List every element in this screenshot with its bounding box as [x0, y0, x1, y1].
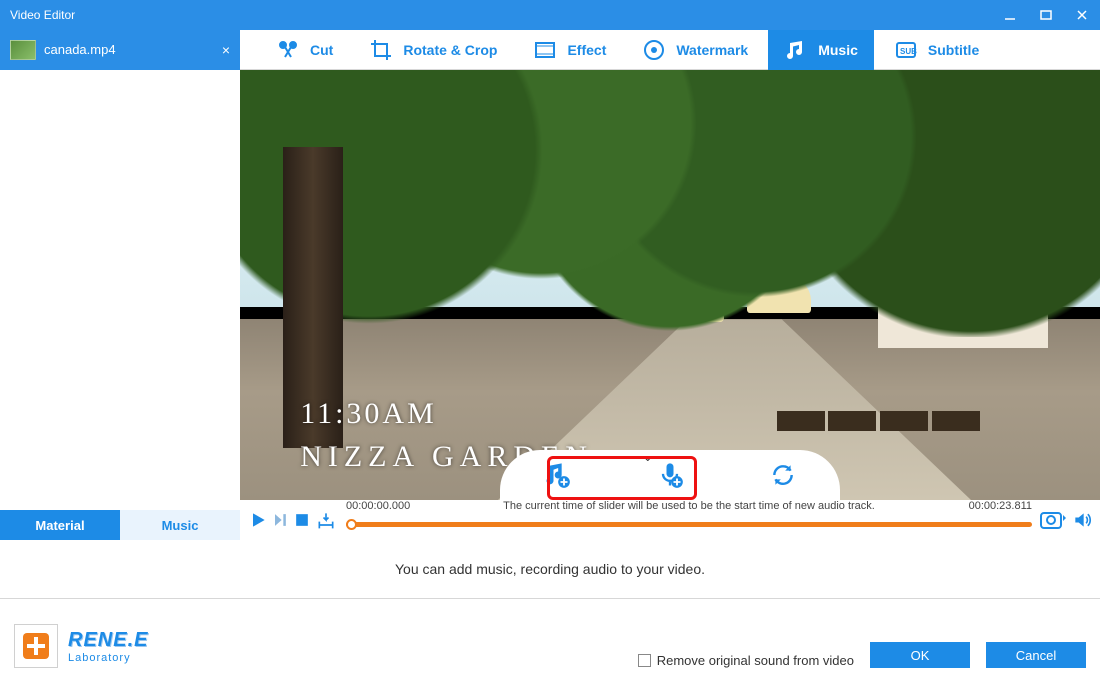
file-tab-area: canada.mp4 ×	[0, 30, 240, 69]
window-controls	[992, 0, 1100, 30]
cancel-button[interactable]: Cancel	[986, 642, 1086, 668]
video-scene: nizza 11:30AM NIZZA GARDEN	[240, 70, 1100, 500]
chevron-down-icon[interactable]: ⌄	[643, 450, 653, 464]
music-panel-hint-text: You can add music, recording audio to yo…	[395, 561, 705, 577]
tab-watermark-label: Watermark	[676, 42, 748, 58]
playback-bar: 00:00:00.000 00:00:23.811 The current ti…	[240, 500, 1100, 540]
side-tab-material-label: Material	[35, 518, 84, 533]
title-bar: Video Editor	[0, 0, 1100, 30]
remove-original-sound-checkbox[interactable]: Remove original sound from video	[638, 653, 854, 668]
music-note-icon	[784, 38, 808, 62]
side-tab-music[interactable]: Music	[120, 510, 240, 540]
close-button[interactable]	[1064, 0, 1100, 30]
preview-right-controls	[1040, 509, 1092, 531]
brand-line1: RENE.E	[68, 629, 148, 652]
main-area: Material Music nizza 11:30AM NIZZA GARDE…	[0, 70, 1100, 540]
tab-music-label: Music	[818, 42, 858, 58]
top-row: canada.mp4 × Cut Rotate & Crop Effect Wa…	[0, 30, 1100, 70]
brand-icon	[14, 624, 58, 668]
remove-original-sound-label: Remove original sound from video	[657, 653, 854, 668]
sidebar: Material Music	[0, 70, 240, 540]
brand-text: RENE.E Laboratory	[68, 629, 148, 664]
music-panel-hint: You can add music, recording audio to yo…	[0, 540, 1100, 598]
close-tab-icon[interactable]: ×	[222, 42, 230, 58]
tab-cut-label: Cut	[310, 42, 333, 58]
tab-cut[interactable]: Cut	[260, 30, 349, 70]
svg-text:SUB: SUB	[900, 47, 917, 56]
tab-subtitle-label: Subtitle	[928, 42, 979, 58]
filmstrip-icon	[533, 38, 557, 62]
file-name: canada.mp4	[44, 42, 116, 57]
ok-button-label: OK	[911, 648, 930, 663]
side-tab-music-label: Music	[162, 518, 199, 533]
subtitle-icon: SUB	[894, 38, 918, 62]
playback-buttons	[248, 510, 338, 530]
file-tab[interactable]: canada.mp4 ×	[0, 30, 240, 70]
tab-rotate-crop-label: Rotate & Crop	[403, 42, 497, 58]
toolbar: Cut Rotate & Crop Effect Watermark Music…	[240, 30, 1100, 69]
checkbox-icon	[638, 654, 651, 667]
snapshot-button[interactable]	[1040, 509, 1066, 531]
step-button[interactable]	[270, 510, 290, 530]
timeline-playhead[interactable]	[346, 519, 357, 530]
mic-plus-icon	[656, 461, 684, 489]
window-title: Video Editor	[10, 8, 75, 22]
ok-button[interactable]: OK	[870, 642, 970, 668]
timeline-track[interactable]	[346, 522, 1032, 527]
mark-in-out-icon[interactable]	[314, 510, 338, 530]
brand-line2: Laboratory	[68, 652, 148, 664]
video-preview[interactable]: nizza 11:30AM NIZZA GARDEN ⌄	[240, 70, 1100, 500]
side-tabs: Material Music	[0, 510, 240, 540]
footer: RENE.E Laboratory Remove original sound …	[0, 598, 1100, 680]
video-column: nizza 11:30AM NIZZA GARDEN ⌄	[240, 70, 1100, 540]
minimize-button[interactable]	[992, 0, 1028, 30]
play-button[interactable]	[248, 510, 268, 530]
add-music-button[interactable]	[540, 458, 574, 492]
tab-music[interactable]: Music	[768, 30, 874, 70]
video-overlay-time: 11:30AM	[300, 397, 437, 431]
brand: RENE.E Laboratory	[14, 624, 148, 668]
tab-watermark[interactable]: Watermark	[626, 30, 764, 70]
tab-effect[interactable]: Effect	[517, 30, 622, 70]
crop-icon	[369, 38, 393, 62]
file-thumbnail	[10, 40, 36, 60]
refresh-icon	[770, 462, 796, 488]
maximize-button[interactable]	[1028, 0, 1064, 30]
tab-effect-label: Effect	[567, 42, 606, 58]
scissors-icon	[276, 38, 300, 62]
timeline-hint: The current time of slider will be used …	[346, 500, 1032, 512]
volume-button[interactable]	[1072, 510, 1092, 530]
timeline[interactable]: 00:00:00.000 00:00:23.811 The current ti…	[346, 500, 1032, 540]
refresh-audio-button[interactable]	[766, 458, 800, 492]
audio-action-bubble: ⌄	[500, 450, 840, 500]
tab-subtitle[interactable]: SUB Subtitle	[878, 30, 995, 70]
stop-button[interactable]	[292, 510, 312, 530]
music-plus-icon	[543, 461, 571, 489]
tab-rotate-crop[interactable]: Rotate & Crop	[353, 30, 513, 70]
side-tab-material[interactable]: Material	[0, 510, 120, 540]
add-recording-button[interactable]	[653, 458, 687, 492]
cancel-button-label: Cancel	[1016, 648, 1056, 663]
watermark-icon	[642, 38, 666, 62]
